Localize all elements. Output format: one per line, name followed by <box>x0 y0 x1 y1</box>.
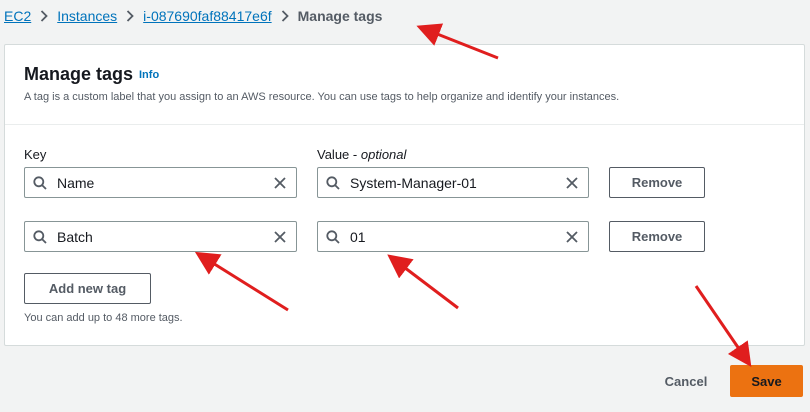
value-optional-text: optional <box>360 147 407 162</box>
value-label-text: Value <box>317 147 350 162</box>
chevron-right-icon <box>40 10 49 22</box>
info-link[interactable]: Info <box>139 69 159 81</box>
remove-tag-button-1[interactable]: Remove <box>609 167 705 198</box>
search-icon <box>326 230 340 244</box>
add-new-tag-button[interactable]: Add new tag <box>24 273 151 304</box>
breadcrumb-link-instances[interactable]: Instances <box>57 8 117 24</box>
save-button[interactable]: Save <box>730 365 803 397</box>
search-icon <box>33 176 47 190</box>
breadcrumb: EC2 Instances i-087690faf88417e6f Manage… <box>4 6 382 26</box>
panel-title: Manage tags <box>24 64 134 84</box>
search-icon <box>33 230 47 244</box>
tag-value-input-1[interactable]: System-Manager-01 <box>317 167 589 198</box>
search-icon <box>326 176 340 190</box>
tag-key-input-2[interactable]: Batch <box>24 221 297 252</box>
breadcrumb-link-instance-id[interactable]: i-087690faf88417e6f <box>143 8 271 24</box>
chevron-right-icon <box>126 10 134 22</box>
breadcrumb-current: Manage tags <box>297 8 383 24</box>
breadcrumb-link-ec2[interactable]: EC2 <box>4 8 31 24</box>
chevron-right-icon <box>281 10 289 22</box>
cancel-button[interactable]: Cancel <box>650 366 722 396</box>
manage-tags-panel: Manage tags Info A tag is a custom label… <box>4 44 805 346</box>
key-column-label: Key <box>24 147 47 162</box>
tag-value-value: 01 <box>350 229 366 245</box>
clear-icon[interactable] <box>565 230 579 244</box>
clear-icon[interactable] <box>273 230 287 244</box>
value-column-label: Value - optional <box>317 147 407 162</box>
tag-value-value: System-Manager-01 <box>350 175 477 191</box>
tag-limit-hint: You can add up to 48 more tags. <box>24 312 183 324</box>
tag-value-input-2[interactable]: 01 <box>317 221 589 252</box>
remove-tag-button-2[interactable]: Remove <box>609 221 705 252</box>
panel-description: A tag is a custom label that you assign … <box>24 91 620 103</box>
tag-key-value: Name <box>57 175 95 191</box>
clear-icon[interactable] <box>273 176 287 190</box>
panel-header: Manage tags Info A tag is a custom label… <box>5 45 804 125</box>
tag-key-value: Batch <box>57 229 93 245</box>
clear-icon[interactable] <box>565 176 579 190</box>
tag-key-input-1[interactable]: Name <box>24 167 297 198</box>
